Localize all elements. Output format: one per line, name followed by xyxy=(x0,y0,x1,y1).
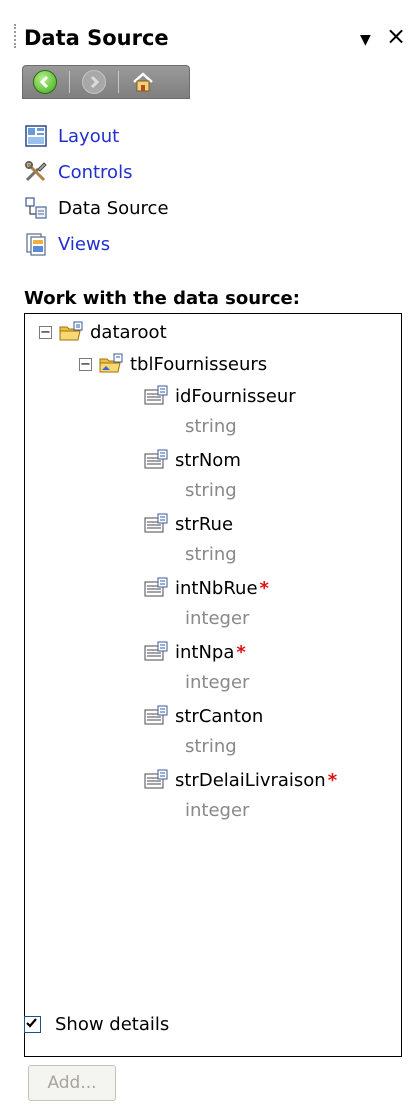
back-button[interactable] xyxy=(31,68,59,96)
field-type: integer xyxy=(185,608,250,629)
home-button[interactable] xyxy=(129,68,157,96)
checkmark-icon xyxy=(26,1018,37,1028)
tree-field-intnbrue[interactable]: intNbRue * xyxy=(143,574,269,602)
collapse-icon[interactable]: − xyxy=(79,357,92,371)
back-arrow-icon xyxy=(33,70,57,94)
field-type: integer xyxy=(185,800,250,821)
link-views[interactable]: Views xyxy=(24,226,169,262)
data-source-icon xyxy=(25,197,47,219)
field-icon xyxy=(144,769,168,789)
tree-field-strcanton[interactable]: strCanton xyxy=(143,702,263,730)
link-controls-label[interactable]: Controls xyxy=(58,162,132,183)
nav-separator xyxy=(118,71,119,93)
collapse-icon[interactable]: − xyxy=(39,325,52,339)
link-data-source[interactable]: Data Source xyxy=(24,190,169,226)
folder-group-icon xyxy=(59,321,83,341)
field-icon xyxy=(144,385,168,405)
nav-separator xyxy=(69,71,70,93)
link-layout[interactable]: Layout xyxy=(24,118,169,154)
field-name: intNpa xyxy=(175,641,235,663)
layout-icon xyxy=(25,125,47,147)
tree-node-dataroot[interactable]: − dataroot xyxy=(39,318,167,346)
field-type: integer xyxy=(185,672,250,693)
add-button[interactable]: Add... xyxy=(28,1065,116,1101)
tree-node-label: tblFournisseurs xyxy=(130,353,268,375)
required-mark: * xyxy=(327,769,338,791)
field-name: idFournisseur xyxy=(175,385,296,407)
field-type: string xyxy=(185,480,237,501)
tree-node-tblfournisseurs[interactable]: − tblFournisseurs xyxy=(79,350,267,378)
show-details-checkbox[interactable] xyxy=(24,1016,41,1033)
show-details-label: Show details xyxy=(55,1014,170,1035)
field-name: strCanton xyxy=(175,705,264,727)
tree-node-label: dataroot xyxy=(90,321,167,343)
data-source-tree[interactable]: − dataroot − tblFournisseurs idFournisse… xyxy=(24,313,402,1057)
tree-field-strdelailivraison[interactable]: strDelaiLivraison * xyxy=(143,766,337,794)
controls-icon xyxy=(25,161,47,182)
link-controls[interactable]: Controls xyxy=(24,154,169,190)
link-views-label[interactable]: Views xyxy=(58,234,110,255)
field-name: intNbRue xyxy=(175,577,258,599)
tree-field-idfournisseur[interactable]: idFournisseur xyxy=(143,382,296,410)
link-data-source-label: Data Source xyxy=(58,197,169,219)
forward-arrow-icon xyxy=(82,70,106,94)
task-links: Layout Controls Data Source Views xyxy=(24,118,169,262)
pane-header: Data Source ▼ × xyxy=(0,0,410,62)
forward-button[interactable] xyxy=(80,68,108,96)
nav-toolbar xyxy=(22,65,190,99)
field-icon xyxy=(144,705,168,725)
home-icon xyxy=(133,72,153,92)
data-source-pane: Data Source ▼ × Layout Controls Data Sou… xyxy=(0,0,410,1117)
tree-field-strnom[interactable]: strNom xyxy=(143,446,241,474)
tree-field-intnpa[interactable]: intNpa * xyxy=(143,638,246,666)
required-mark: * xyxy=(259,577,269,599)
link-layout-label[interactable]: Layout xyxy=(58,126,119,147)
close-button[interactable]: × xyxy=(386,24,406,48)
field-name: strRue xyxy=(175,513,234,535)
field-icon xyxy=(144,577,168,597)
tree-field-strrue[interactable]: strRue xyxy=(143,510,233,538)
pane-title: Data Source xyxy=(24,26,169,50)
field-type: string xyxy=(185,736,237,757)
field-icon xyxy=(144,513,168,533)
show-details-row[interactable]: Show details xyxy=(24,1014,169,1035)
field-icon xyxy=(144,449,168,469)
views-icon xyxy=(26,233,46,256)
field-name: strNom xyxy=(175,449,241,471)
field-type: string xyxy=(185,416,237,437)
field-icon xyxy=(144,641,168,661)
repeating-group-icon xyxy=(99,353,123,373)
pane-menu-button[interactable]: ▼ xyxy=(360,28,371,52)
required-mark: * xyxy=(236,641,246,663)
section-title: Work with the data source: xyxy=(24,288,300,309)
field-type: string xyxy=(185,544,237,565)
field-name: strDelaiLivraison xyxy=(175,769,326,791)
pane-grip[interactable] xyxy=(14,24,18,48)
